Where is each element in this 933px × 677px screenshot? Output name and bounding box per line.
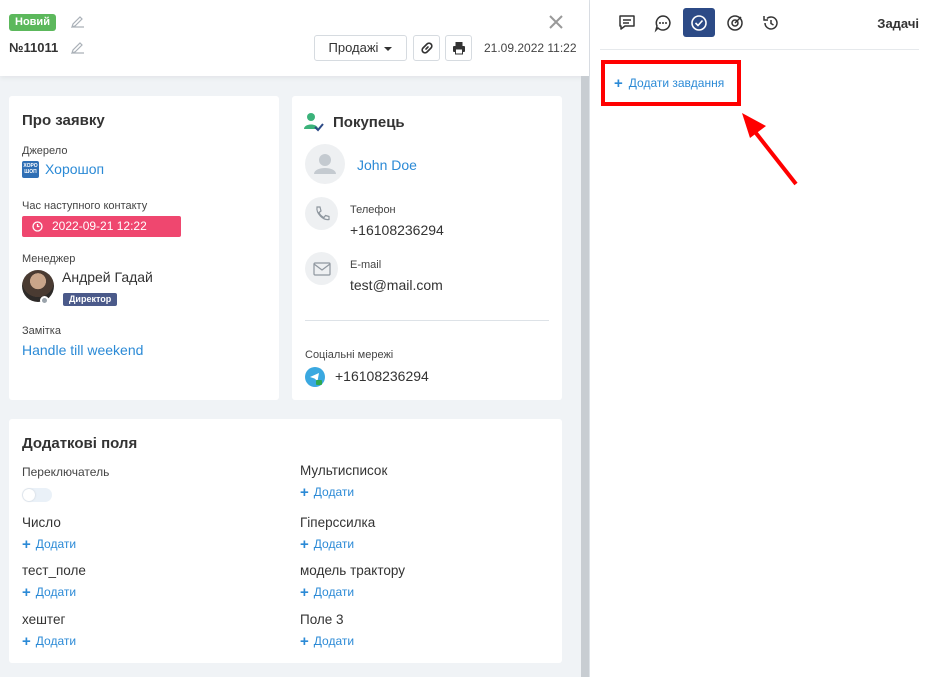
status-select[interactable]: Продажі xyxy=(314,35,407,61)
buyer-divider xyxy=(305,320,549,321)
chat-icon xyxy=(654,14,671,32)
field-label-multilist: Мультисписок xyxy=(300,463,388,478)
clock-icon xyxy=(32,221,43,232)
telegram-icon[interactable] xyxy=(305,367,325,387)
email-value[interactable]: test@mail.com xyxy=(350,277,443,293)
add-label: Додати xyxy=(313,585,355,599)
edit-status-pencil-icon[interactable] xyxy=(70,15,84,29)
field-label-tractor: модель трактору xyxy=(300,563,405,578)
manager-name[interactable]: Андрей Гадай xyxy=(62,269,153,285)
add-label: Додати xyxy=(35,537,77,551)
phone-value[interactable]: +16108236294 xyxy=(350,222,444,238)
buyer-title: Покупець xyxy=(333,114,405,131)
red-arrow-annotation xyxy=(742,113,798,186)
plus-icon: + xyxy=(22,536,31,553)
plus-icon: + xyxy=(22,633,31,650)
check-circle-icon xyxy=(691,14,707,31)
add-multilist-button[interactable]: + Додати xyxy=(300,484,354,501)
tab-tasks[interactable] xyxy=(683,8,715,37)
next-contact-label: Час наступного контакту xyxy=(22,200,148,212)
manager-label: Менеджер xyxy=(22,253,76,265)
tab-goals[interactable] xyxy=(719,8,751,37)
plus-icon: + xyxy=(22,584,31,601)
add-label: Додати xyxy=(313,485,355,499)
switch-toggle[interactable] xyxy=(22,488,52,502)
field-label-hyperlink: Гіперссилка xyxy=(300,515,376,530)
copy-link-button[interactable] xyxy=(413,35,440,61)
add-label: Додати xyxy=(313,634,355,648)
extra-fields-card: Додаткові поля xyxy=(9,419,562,663)
about-card: Про заявку Джерело ХОРО ШОП Хорошоп Час … xyxy=(9,96,279,400)
user-icon xyxy=(314,154,336,174)
chevron-down-icon xyxy=(384,46,393,51)
printer-icon xyxy=(452,42,465,55)
extra-fields-title: Додаткові поля xyxy=(22,435,138,452)
buyer-avatar xyxy=(305,144,345,184)
mail-icon xyxy=(305,252,338,285)
buyer-card: Покупець John Doe Телефон +16108236294 E… xyxy=(292,96,562,400)
email-label: E-mail xyxy=(350,259,382,271)
social-value[interactable]: +16108236294 xyxy=(335,368,429,384)
panel-divider xyxy=(600,49,919,50)
plus-icon: + xyxy=(300,633,309,650)
order-header: Новий №11011 Продажі 21.09.2022 11:22 xyxy=(0,0,589,76)
next-contact-badge[interactable]: 2022-09-21 12:22 xyxy=(22,216,181,237)
side-panel: Задачі + Додати завдання xyxy=(590,0,933,677)
link-icon xyxy=(420,42,433,54)
source-value[interactable]: Хорошоп xyxy=(45,161,104,177)
manager-role-badge: Директор xyxy=(63,293,118,306)
add-label: Додати xyxy=(313,537,355,551)
plus-icon: + xyxy=(300,484,309,501)
history-icon xyxy=(763,15,778,30)
add-test-button[interactable]: + Додати xyxy=(22,584,76,601)
add-hashtag-button[interactable]: + Додати xyxy=(22,633,76,650)
user-check-icon xyxy=(304,113,324,132)
next-contact-value: 2022-09-21 12:22 xyxy=(52,219,147,233)
add-field3-button[interactable]: + Додати xyxy=(300,633,354,650)
note-label: Замітка xyxy=(22,325,61,337)
close-icon[interactable] xyxy=(546,12,566,32)
target-icon xyxy=(727,14,743,31)
manager-avatar xyxy=(22,270,54,302)
field-label-field3: Поле 3 xyxy=(300,612,344,627)
edit-number-pencil-icon[interactable] xyxy=(70,41,84,55)
field-label-test: тест_поле xyxy=(22,563,86,578)
horoshop-logo-icon: ХОРО ШОП xyxy=(22,161,39,178)
field-label-hashtag: хештег xyxy=(22,612,66,627)
add-label: Додати xyxy=(35,634,77,648)
phone-label: Телефон xyxy=(350,204,396,216)
source-logo-text: ХОРО ШОП xyxy=(23,163,38,175)
add-number-button[interactable]: + Додати xyxy=(22,536,76,553)
order-panel: Новий №11011 Продажі 21.09.2022 11:22 Пр… xyxy=(0,0,590,677)
field-label-number: Число xyxy=(22,515,61,530)
comment-icon xyxy=(619,14,635,30)
status-badge[interactable]: Новий xyxy=(9,14,56,31)
phone-icon xyxy=(305,197,338,230)
panel-title: Задачі xyxy=(877,16,919,31)
status-select-label: Продажі xyxy=(328,40,379,55)
social-label: Соціальні мережі xyxy=(305,349,394,361)
order-number: №11011 xyxy=(9,40,59,55)
source-label: Джерело xyxy=(22,145,68,157)
about-title: Про заявку xyxy=(22,112,105,129)
tab-history[interactable] xyxy=(755,8,787,37)
field-label-switch: Переключатель xyxy=(22,465,110,479)
scrollbar[interactable] xyxy=(581,76,589,677)
print-button[interactable] xyxy=(445,35,472,61)
note-value[interactable]: Handle till weekend xyxy=(22,342,143,358)
highlight-annotation xyxy=(601,60,741,106)
tab-comments[interactable] xyxy=(611,8,643,37)
manager-status-dot xyxy=(40,296,49,305)
add-tractor-button[interactable]: + Додати xyxy=(300,584,354,601)
add-hyperlink-button[interactable]: + Додати xyxy=(300,536,354,553)
tab-chat[interactable] xyxy=(647,8,679,37)
add-label: Додати xyxy=(35,585,77,599)
order-date: 21.09.2022 11:22 xyxy=(484,41,577,55)
plus-icon: + xyxy=(300,584,309,601)
buyer-name[interactable]: John Doe xyxy=(357,157,417,173)
plus-icon: + xyxy=(300,536,309,553)
